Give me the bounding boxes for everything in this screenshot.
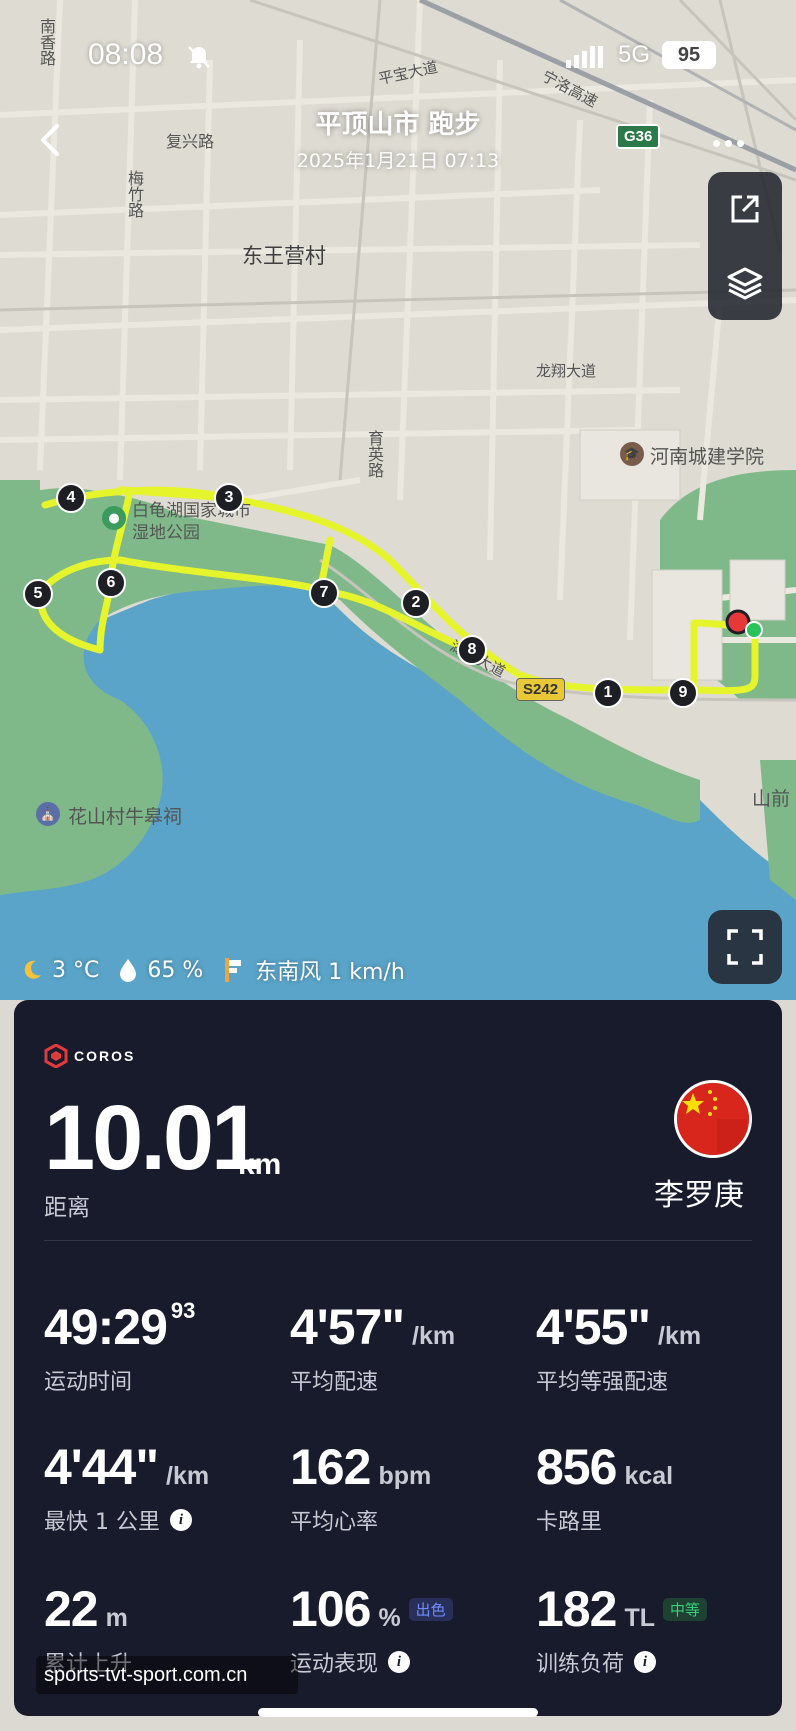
metric-value: 106 [290,1581,371,1637]
signal-icon [566,46,606,72]
metric-calories: 856 kcal 卡路里 [536,1442,776,1536]
metric-avg-grade-adjusted-pace: 4'55"/km 平均等强配速 [536,1302,776,1396]
info-icon[interactable]: i [169,1509,192,1531]
metric-unit: /km [658,1322,702,1350]
home-indicator[interactable] [258,1708,538,1717]
metric-unit: bpm [378,1462,432,1490]
metric-unit: TL [624,1604,655,1632]
map-tools [708,172,782,320]
flag-avatar-image [677,1083,749,1155]
metric-value: 4'55" [536,1299,651,1355]
status-time: 08:08 [88,38,164,71]
metric-value: 182 [536,1581,617,1637]
distance-unit: km [238,1148,282,1181]
wind-icon [221,956,247,984]
lap-marker-8[interactable]: 8 [457,635,487,665]
metric-label: 运动表现 [290,1652,379,1677]
metric-unit: kcal [624,1462,674,1490]
metric-label: 运动时间 [44,1370,133,1395]
map-label-henan-urban-college: 河南城建学院 [650,446,765,468]
map-label-yuying-road: 育英路 [365,430,384,478]
park-icon: ● [102,506,126,530]
activity-datetime: 2025年1月21日 07:13 [296,150,500,172]
lap-marker-3[interactable]: 3 [214,483,244,513]
fullscreen-icon [727,929,763,965]
school-icon: 🎓 [620,442,644,466]
metric-label: 训练负荷 [536,1652,625,1677]
user-name[interactable]: 李罗庚 [574,1170,774,1214]
more-options-button[interactable] [706,128,750,158]
temperature: 3 °C [52,957,100,983]
map-label-meizhu-road: 梅竹路 [125,170,144,218]
metric-centiseconds: 93 [170,1298,196,1323]
metric-unit: % [378,1604,401,1632]
lap-marker-7[interactable]: 7 [309,578,339,608]
avatar[interactable] [674,1080,752,1158]
source-watermark: sports-tvt-sport.com.cn [36,1656,298,1694]
layers-icon [727,267,763,300]
highway-badge-s242: S242 [516,678,566,701]
map-label-huashan-ancestral-hall: 花山村牛皋祠 [68,806,183,828]
battery-level: 95 [662,41,716,69]
brand-name: COROS [74,1048,136,1064]
info-icon[interactable]: i [634,1651,657,1673]
performance-badge: 出色 [408,1597,453,1621]
map-label-longxiang-avenue: 龙翔大道 [536,362,597,380]
humidity-icon [117,957,139,983]
coros-logo-icon [44,1044,68,1068]
lap-marker-9[interactable]: 9 [668,678,698,708]
map-label-shanqian: 山前 [752,788,791,810]
metric-unit: /km [412,1322,456,1350]
metric-training-load: 182 TL 中等 训练负荷 i [536,1584,776,1678]
brand-logo: COROS [44,1044,135,1068]
metric-value: 162 [290,1439,371,1495]
humidity: 65 % [147,957,204,983]
metric-value: 22 [44,1581,99,1637]
network-type: 5G [618,41,651,68]
fullscreen-button[interactable] [708,910,782,984]
lap-marker-2[interactable]: 2 [401,588,431,618]
metric-label: 平均配速 [290,1370,379,1395]
metric-duration: 49:29 93 运动时间 [44,1298,284,1396]
map-layers-button[interactable] [708,246,782,320]
metric-unit: m [105,1604,128,1632]
distance-value: 10.01 [44,1087,262,1189]
lap-marker-1[interactable]: 1 [593,678,623,708]
metric-unit: /km [166,1462,210,1490]
training-load-badge: 中等 [662,1597,707,1621]
share-icon [731,195,759,223]
temple-icon: ⛪ [36,802,60,826]
activity-summary-card: COROS 10.01 km 距离 李罗庚 49:29 93 运动时间 4'57"… [14,1000,782,1716]
share-button[interactable] [708,172,782,246]
metric-performance: 106% 出色 运动表现 i [290,1584,530,1678]
lap-marker-5[interactable]: 5 [23,579,53,609]
status-bar: 08:08 5G 95 [0,38,796,78]
metric-value: 49:29 [44,1299,168,1355]
metric-value: 4'44" [44,1439,159,1495]
divider [44,1240,752,1241]
metric-avg-heart-rate: 162 bpm 平均心率 [290,1442,530,1536]
metric-label: 卡路里 [536,1510,603,1535]
weather-bar: 3 °C 65 % 东南风 1 km/h [20,954,423,986]
moon-icon [20,958,44,982]
map-label-dongwangying: 东王营村 [242,244,326,268]
distance-label: 距离 [44,1195,90,1221]
metric-label: 平均等强配速 [536,1370,669,1395]
lap-marker-6[interactable]: 6 [96,568,126,598]
info-icon[interactable]: i [388,1651,411,1673]
metric-label: 平均心率 [290,1510,379,1535]
metric-fastest-km: 4'44"/km 最快 1 公里 i [44,1442,284,1536]
wind: 东南风 1 km/h [255,960,405,985]
page-title: 平顶山市 跑步 [315,110,481,140]
mute-bell-icon [186,44,212,74]
lap-marker-4[interactable]: 4 [56,483,86,513]
metric-value: 4'57" [290,1299,405,1355]
metric-avg-pace: 4'57"/km 平均配速 [290,1302,530,1396]
metric-value: 856 [536,1439,617,1495]
metric-label: 最快 1 公里 [44,1510,160,1535]
